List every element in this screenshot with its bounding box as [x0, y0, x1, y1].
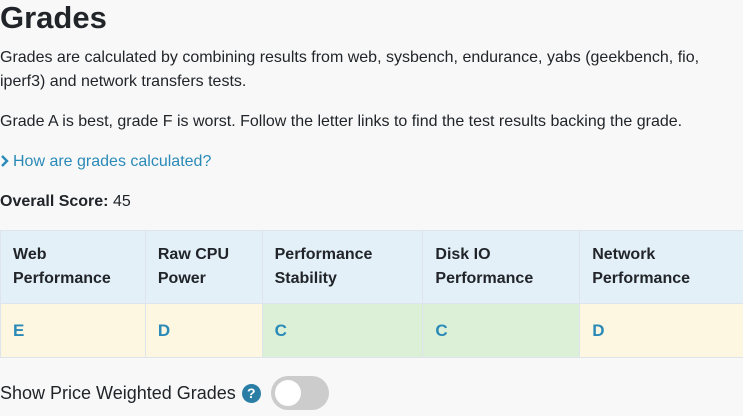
price-weighted-grades-row: Show Price Weighted Grades ? — [0, 373, 329, 413]
how-grades-calculated-link[interactable]: How are grades calculated? — [0, 150, 211, 174]
page-title: Grades — [0, 0, 107, 35]
grade-link-network-performance[interactable]: D — [592, 321, 604, 340]
grade-cell-web-performance: E — [0, 303, 146, 358]
grade-cell-raw-cpu-power: D — [144, 303, 263, 358]
overall-score-value: 45 — [112, 193, 131, 210]
help-icon[interactable]: ? — [241, 383, 261, 403]
price-weighted-label: Show Price Weighted Grades — [0, 382, 236, 403]
overall-score-label: Overall Score: — [0, 193, 109, 210]
grade-cell-network-performance: D — [579, 303, 743, 358]
header-web-performance: Web Performance — [0, 230, 146, 304]
header-raw-cpu-power: Raw CPU Power — [144, 230, 263, 304]
grade-cell-performance-stability: C — [261, 303, 424, 358]
grade-link-performance-stability[interactable]: C — [275, 321, 287, 340]
scale-note: Grade A is best, grade F is worst. Follo… — [0, 113, 683, 130]
header-network-performance: Network Performance — [579, 230, 743, 304]
intro-text: Grades are calculated by combining resul… — [0, 49, 700, 90]
grades-header-row: Web Performance Raw CPU Power Performanc… — [0, 230, 743, 304]
grades-table: Web Performance Raw CPU Power Performanc… — [0, 230, 743, 358]
grade-cell-disk-io-performance: C — [422, 303, 581, 358]
chevron-right-icon — [1, 155, 9, 167]
header-performance-stability: Performance Stability — [261, 230, 424, 304]
how-grades-link-label: How are grades calculated? — [13, 153, 212, 170]
toggle-knob — [274, 380, 301, 406]
grade-link-web-performance[interactable]: E — [13, 321, 24, 340]
grades-value-row: E D C C D — [0, 303, 743, 358]
grade-link-raw-cpu-power[interactable]: D — [158, 321, 170, 340]
grade-link-disk-io-performance[interactable]: C — [435, 321, 447, 340]
grades-section: Grades Grades are calculated by combinin… — [0, 0, 743, 416]
price-weighted-toggle[interactable] — [270, 376, 329, 410]
overall-score: Overall Score: 45 — [0, 190, 131, 214]
header-disk-io-performance: Disk IO Performance — [422, 230, 581, 304]
